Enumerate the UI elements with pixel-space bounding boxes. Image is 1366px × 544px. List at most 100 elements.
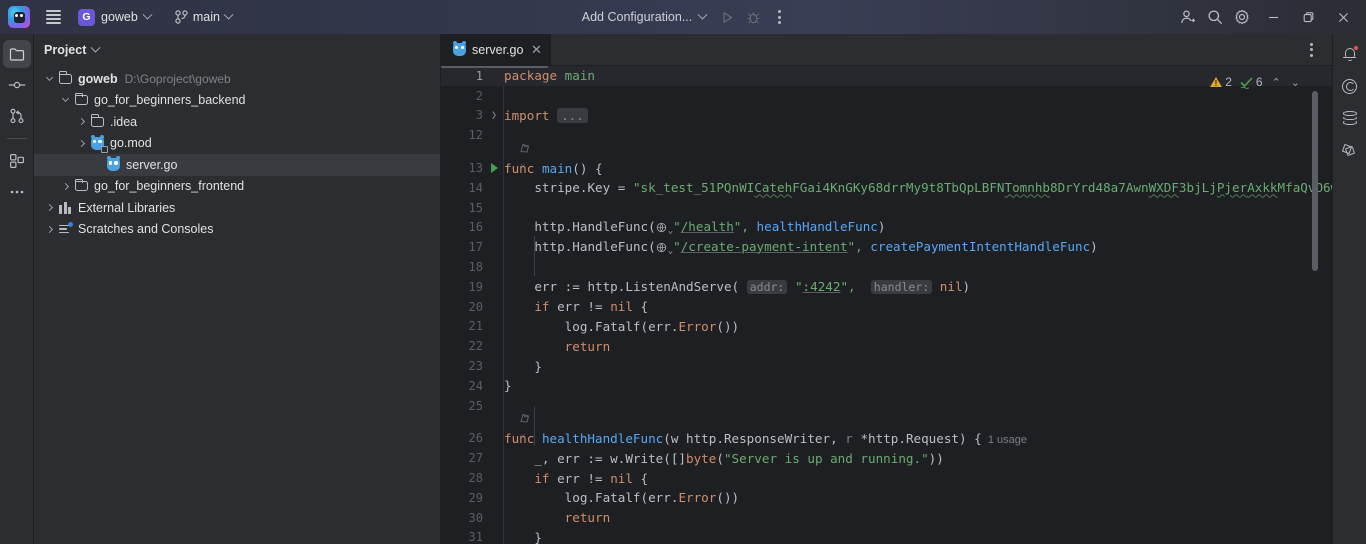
code-line[interactable]: 20 if err != nil { <box>441 297 1332 317</box>
code-line[interactable]: 23 } <box>441 356 1332 376</box>
chevron-down-icon[interactable] <box>42 72 56 86</box>
editor-marker-stripe[interactable] <box>1320 66 1332 544</box>
code-line[interactable]: 13 func main() { <box>441 158 1332 178</box>
tree-node-go-for-beginners-backend[interactable]: go_for_beginners_backend <box>34 90 440 112</box>
run-gutter-icon[interactable] <box>485 158 503 178</box>
code-line[interactable]: 16 http.HandleFunc(⌄"/health", healthHan… <box>441 218 1332 238</box>
hamburger-menu-icon[interactable] <box>40 4 66 30</box>
url-literal[interactable]: /health <box>681 219 734 234</box>
folder-icon <box>9 48 24 61</box>
line-number: 22 <box>468 339 483 354</box>
code-line[interactable]: 31 } <box>441 528 1332 544</box>
chevron-down-icon <box>90 42 101 53</box>
sidebar-item-pull-requests[interactable] <box>3 102 31 130</box>
sidebar-item-more[interactable] <box>3 178 31 206</box>
code-line[interactable]: 3 ❯ import ... <box>441 106 1332 126</box>
code-line[interactable]: 25 <box>441 396 1332 416</box>
code-line[interactable]: 30 return <box>441 508 1332 528</box>
run-configuration-selector[interactable]: Add Configuration... <box>574 5 715 29</box>
sidebar-item-project[interactable] <box>2 40 31 68</box>
code-line[interactable]: 28 if err != nil { <box>441 468 1332 488</box>
editor-horizontal-scrollbar[interactable] <box>441 66 548 68</box>
chevron-right-icon[interactable] <box>58 179 72 193</box>
sidebar-item-go-tools[interactable] <box>1336 136 1364 164</box>
code-line[interactable]: 26 func healthHandleFunc(w http.ResponseW… <box>441 429 1332 449</box>
tree-node-label: go_for_beginners_backend <box>94 93 246 108</box>
go-tool-icon <box>1341 143 1357 158</box>
web-reference-icon[interactable]: ⌄ <box>656 221 673 236</box>
usage-hint[interactable]: 1 usage <box>982 434 1027 446</box>
editor-tab-server-go[interactable]: server.go ✕ <box>441 34 552 65</box>
sidebar-item-database[interactable] <box>1336 104 1364 132</box>
code-line[interactable]: 15 <box>441 198 1332 218</box>
expand-arrow[interactable] <box>90 158 104 172</box>
maximize-button[interactable] <box>1291 0 1325 34</box>
search-button[interactable] <box>1202 4 1228 30</box>
close-icon[interactable]: ✕ <box>529 43 543 57</box>
code-line[interactable]: 12 <box>441 125 1332 145</box>
run-button[interactable] <box>714 4 740 30</box>
tree-node-goweb[interactable]: goweb D:\Goproject\goweb <box>34 68 440 90</box>
tree-node-label: External Libraries <box>78 200 176 215</box>
url-literal[interactable]: :4242 <box>803 279 841 294</box>
sidebar-item-notifications[interactable] <box>1336 40 1364 68</box>
code-editor[interactable]: 1 package main 2 3 ❯ import ... 12 ⌄ 13 func mai… <box>441 66 1332 544</box>
chevron-down-icon[interactable]: ⌄ <box>1288 76 1303 89</box>
warnings-count-group[interactable]: 2 <box>1208 75 1234 89</box>
url-literal[interactable]: /create-payment-intent <box>681 239 848 254</box>
more-vertical-icon <box>777 10 781 24</box>
code-line[interactable]: 19 err := http.ListenAndServe( addr: ":4… <box>441 277 1332 297</box>
code-text: func main() { <box>504 160 603 176</box>
chevron-right-icon[interactable] <box>74 115 88 129</box>
line-number: 18 <box>468 260 483 275</box>
chevron-down-icon[interactable] <box>58 93 72 107</box>
tree-node-go-for-beginners-frontend[interactable]: go_for_beginners_frontend <box>34 176 440 198</box>
inspection-ok-group[interactable]: 6 <box>1238 75 1265 89</box>
sidebar-item-structure[interactable] <box>3 147 31 175</box>
code-line[interactable]: 2 <box>441 86 1332 106</box>
code-line[interactable]: 18 <box>441 257 1332 277</box>
code-line[interactable]: 29 log.Fatalf(err.Error()) <box>441 488 1332 508</box>
toolbar-more-button[interactable] <box>766 4 792 30</box>
line-number: 29 <box>468 490 483 505</box>
editor-tab-options-button[interactable] <box>1298 37 1324 63</box>
sidebar-item-ai-assistant[interactable] <box>1336 72 1364 100</box>
editor-tab-bar: server.go ✕ <box>441 34 1332 66</box>
chevron-right-icon[interactable] <box>42 201 56 215</box>
code-line[interactable]: 24} <box>441 376 1332 396</box>
close-window-button[interactable] <box>1326 0 1360 34</box>
code-line[interactable]: 21 log.Fatalf(err.Error()) <box>441 317 1332 337</box>
code-line[interactable]: 22 return <box>441 336 1332 356</box>
tree-node-scratches-and-consoles[interactable]: Scratches and Consoles <box>34 219 440 241</box>
collapsed-import-block[interactable]: ... <box>557 107 588 123</box>
spiral-icon <box>1342 78 1357 94</box>
code-text: if err != nil { <box>534 470 649 486</box>
code-line[interactable]: 1 package main <box>441 66 1332 86</box>
project-selector[interactable]: G goweb <box>74 5 158 29</box>
fold-arrow-icon[interactable]: ❯ <box>485 106 503 126</box>
chevron-up-icon[interactable]: ⌃ <box>1269 76 1284 89</box>
tree-node-label: goweb <box>78 71 118 86</box>
folder-icon <box>88 114 106 127</box>
tree-node-go-mod[interactable]: go.mod <box>34 133 440 155</box>
branch-selector[interactable]: main <box>168 5 239 29</box>
code-line[interactable]: 17 http.HandleFunc(⌄"/create-payment-int… <box>441 237 1332 257</box>
settings-button[interactable] <box>1229 4 1255 30</box>
add-account-button[interactable] <box>1175 4 1201 30</box>
sidebar-item-commit[interactable] <box>3 71 31 99</box>
minimize-button[interactable] <box>1256 0 1290 34</box>
debug-button[interactable] <box>740 4 766 30</box>
chevron-right-icon[interactable] <box>74 136 88 150</box>
tree-node-external-libraries[interactable]: External Libraries <box>34 197 440 219</box>
web-reference-icon[interactable]: ⌄ <box>656 241 673 256</box>
tree-node-server-go[interactable]: server.go <box>34 154 440 176</box>
tree-node-label: Scratches and Consoles <box>78 222 214 237</box>
project-panel-header[interactable]: Project <box>34 34 440 66</box>
code-line[interactable]: 27 _, err := w.Write([]byte("Server is u… <box>441 448 1332 468</box>
code-text: http.HandleFunc(⌄"/health", healthHandle… <box>534 218 886 236</box>
chevron-down-icon <box>142 9 153 20</box>
chevron-right-icon[interactable] <box>42 222 56 236</box>
editor-vertical-scrollbar[interactable] <box>1312 91 1318 271</box>
tree-node--idea[interactable]: .idea <box>34 111 440 133</box>
code-line[interactable]: 14 stripe.Key = "sk_test_51PQnWICatehFGa… <box>441 178 1332 198</box>
